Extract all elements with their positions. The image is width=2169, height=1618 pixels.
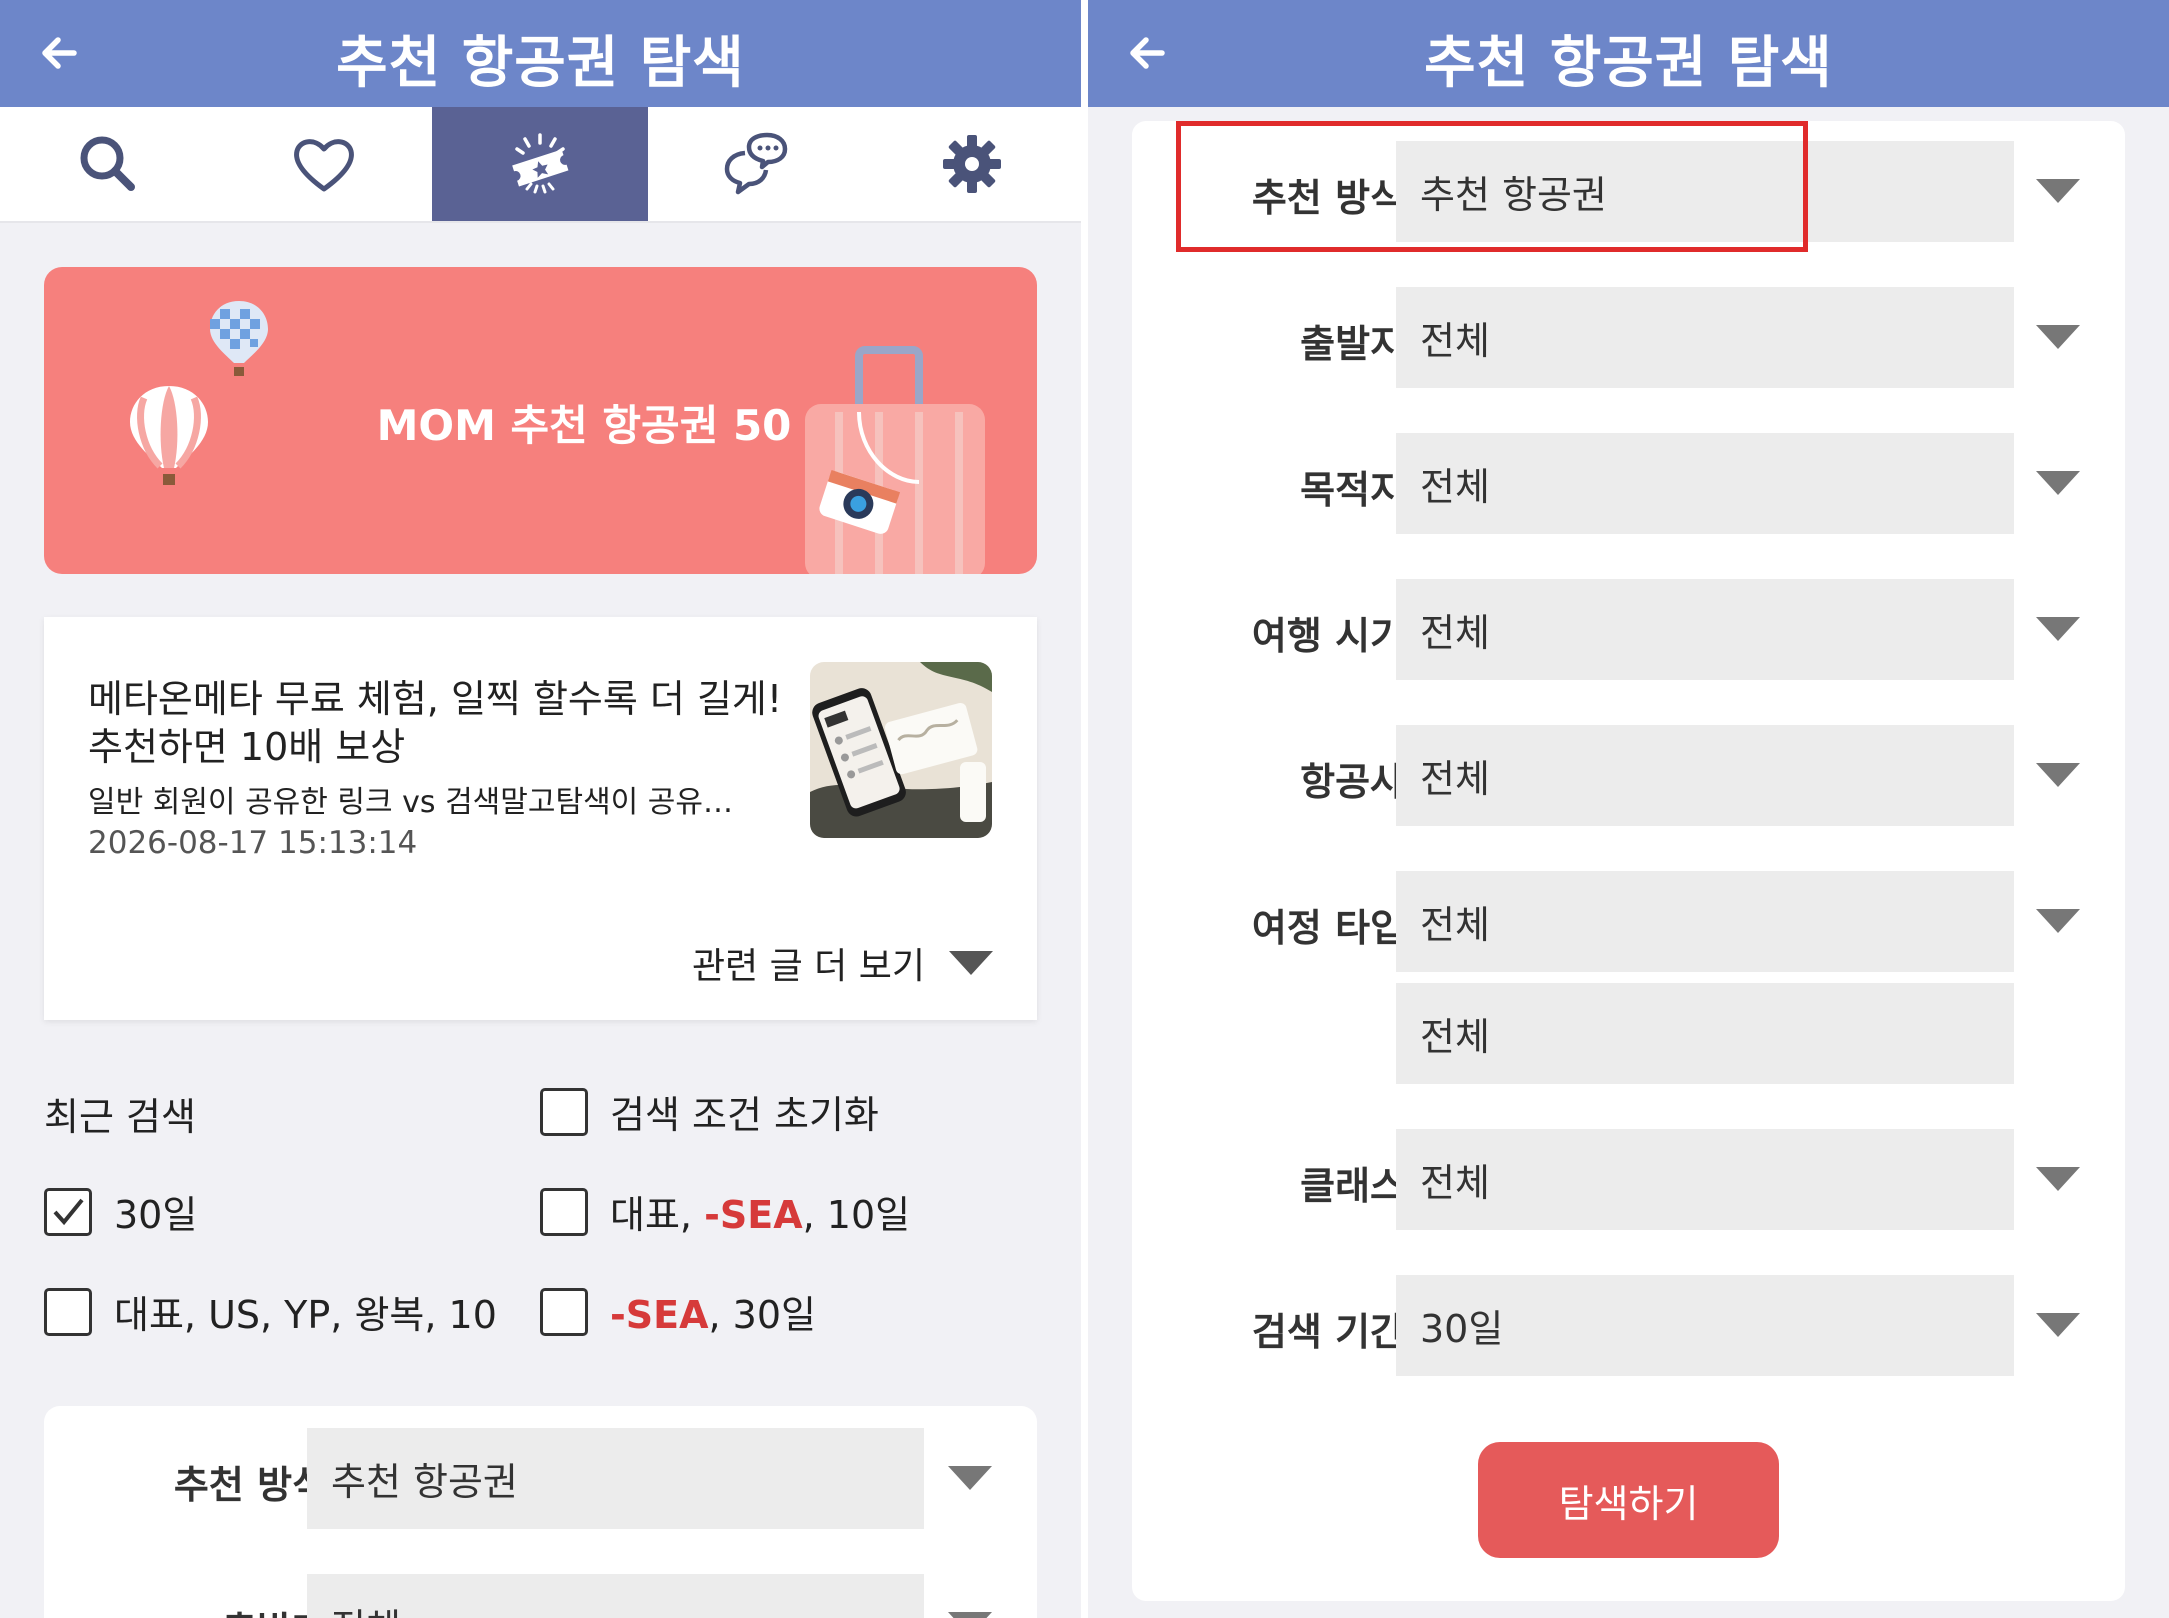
dropdown-arrow-icon[interactable] xyxy=(2036,1313,2080,1337)
heart-icon xyxy=(294,139,354,192)
tab-favorites[interactable] xyxy=(216,107,432,221)
dropdown-arrow-icon[interactable] xyxy=(2036,909,2080,933)
tab-recommend[interactable] xyxy=(432,107,648,221)
reset-filters-checkbox[interactable]: 검색 조건 초기화 xyxy=(540,1084,879,1139)
tab-search[interactable] xyxy=(0,107,216,221)
dropdown-arrow-icon[interactable] xyxy=(2036,617,2080,641)
divider xyxy=(1081,0,1088,1618)
dropdown-arrow-icon[interactable] xyxy=(2036,763,2080,787)
article-date: 2026-08-17 15:13:14 xyxy=(88,825,418,861)
recent-search-text: 30일 xyxy=(114,1193,198,1237)
search-button[interactable]: 탐색하기 xyxy=(1478,1442,1779,1558)
form-row-travel-period: 여행 시기 전체 xyxy=(1132,579,2125,680)
balloon-icon xyxy=(130,386,208,485)
recent-search-text: 대표, -SEA, 10일 xyxy=(610,1193,911,1237)
search-icon xyxy=(80,136,135,191)
travel-period-select[interactable]: 전체 xyxy=(1396,579,2014,680)
field-label: 여행 시기 xyxy=(1251,614,1405,658)
page-title: 추천 항공권 탐색 xyxy=(336,31,745,96)
reset-filters-label: 검색 조건 초기화 xyxy=(610,1093,879,1137)
form-row-airline: 항공사 전체 xyxy=(1132,725,2125,826)
class-select[interactable]: 전체 xyxy=(1396,1129,2014,1230)
promo-banner[interactable]: MOM 추천 항공권 50 xyxy=(44,267,1037,574)
dropdown-arrow-icon[interactable] xyxy=(948,1612,992,1618)
field-label: 검색 기간 xyxy=(1251,1310,1405,1354)
checkbox-box[interactable] xyxy=(44,1287,92,1336)
form-row-trip-type: 여정 타입 전체 xyxy=(1132,871,2125,972)
form-row-trip-type-extra: 전체 xyxy=(1132,983,2125,1084)
app-header: 추천 항공권 탐색 xyxy=(1088,0,2169,107)
right-screen: 추천 항공권 탐색 추천 방식 추천 항공권 출발지 전체 목적지 전체 여행 … xyxy=(1088,0,2169,1618)
field-label: 출발지 xyxy=(1300,322,1405,366)
gear-icon xyxy=(943,135,1001,193)
dropdown-arrow-icon[interactable] xyxy=(2036,471,2080,495)
dropdown-arrow-icon[interactable] xyxy=(948,1466,992,1490)
form-row-method: 추천 방식 추천 항공권 xyxy=(44,1428,1037,1529)
trip-type-extra-field[interactable]: 전체 xyxy=(1396,983,2014,1084)
destination-select[interactable]: 전체 xyxy=(1396,433,2014,534)
tab-bar xyxy=(0,107,1081,223)
suitcase-icon xyxy=(805,346,985,574)
field-label: 클래스 xyxy=(1300,1164,1405,1208)
recent-search-text: -SEA, 30일 xyxy=(610,1293,816,1337)
banner-title: MOM 추천 항공권 50 xyxy=(376,401,792,450)
dropdown-arrow-icon[interactable] xyxy=(2036,325,2080,349)
balloon-icon xyxy=(210,301,268,376)
checkbox-box[interactable] xyxy=(540,1287,588,1336)
highlight-box xyxy=(1176,121,1808,252)
left-screen: 추천 항공권 탐색 MOM 추천 항공권 50 메타온메타 무료 체험, 일찍 … xyxy=(0,0,1081,1618)
dropdown-arrow-icon[interactable] xyxy=(2036,1167,2080,1191)
field-label: 항공사 xyxy=(1300,760,1405,804)
trip-type-select[interactable]: 전체 xyxy=(1396,871,2014,972)
article-card[interactable]: 메타온메타 무료 체험, 일찍 할수록 더 길게! 추천하면 10배 보상 일반… xyxy=(44,617,1037,1020)
recent-search-label: 최근 검색 xyxy=(44,1095,196,1139)
checkbox-box[interactable] xyxy=(540,1187,588,1236)
origin-select[interactable]: 전체 xyxy=(307,1574,924,1618)
field-label: 목적지 xyxy=(1300,468,1405,512)
recent-search-item[interactable]: -SEA, 30일 xyxy=(540,1284,816,1339)
checkmark-icon xyxy=(53,1198,84,1225)
form-row-search-period: 검색 기간 30일 xyxy=(1132,1275,2125,1376)
method-select[interactable]: 추천 항공권 xyxy=(307,1428,924,1529)
checkbox-box-checked[interactable] xyxy=(44,1187,92,1236)
recent-search-item[interactable]: 대표, US, YP, 왕복, 10 xyxy=(44,1284,497,1339)
form-row-origin: 출발지 전체 xyxy=(44,1574,1037,1618)
search-form: 추천 방식 추천 항공권 출발지 전체 xyxy=(44,1406,1037,1618)
page-title: 추천 항공권 탐색 xyxy=(1424,31,1833,96)
origin-select[interactable]: 전체 xyxy=(1396,287,2014,388)
field-label: 여정 타입 xyxy=(1251,906,1405,950)
tab-settings[interactable] xyxy=(864,107,1080,221)
related-posts-toggle[interactable]: 관련 글 더 보기 xyxy=(692,937,993,989)
article-subtitle: 일반 회원이 공유한 링크 vs 검색말고탐색이 공유… xyxy=(88,785,734,820)
checkbox-box[interactable] xyxy=(540,1087,588,1136)
article-thumbnail xyxy=(810,662,992,838)
tab-chat[interactable] xyxy=(648,107,864,221)
article-title: 메타온메타 무료 체험, 일찍 할수록 더 길게! 추천하면 10배 보상 xyxy=(88,677,783,769)
field-label: 추천 방식 xyxy=(173,1463,327,1507)
form-row-destination: 목적지 전체 xyxy=(1132,433,2125,534)
caret-down-icon xyxy=(949,951,993,975)
form-row-class: 클래스 전체 xyxy=(1132,1129,2125,1230)
search-form: 추천 방식 추천 항공권 출발지 전체 목적지 전체 여행 시기 전체 항공사 xyxy=(1132,121,2125,1601)
search-period-select[interactable]: 30일 xyxy=(1396,1275,2014,1376)
airline-select[interactable]: 전체 xyxy=(1396,725,2014,826)
related-posts-label: 관련 글 더 보기 xyxy=(691,946,925,987)
form-row-origin: 출발지 전체 xyxy=(1132,287,2125,388)
recent-search-item[interactable]: 대표, -SEA, 10일 xyxy=(540,1184,910,1239)
ticket-icon xyxy=(512,133,569,194)
dropdown-arrow-icon[interactable] xyxy=(2036,179,2080,203)
recent-search-item[interactable]: 30일 xyxy=(44,1184,197,1239)
chat-icon xyxy=(724,132,788,195)
recent-search-text: 대표, US, YP, 왕복, 10 xyxy=(114,1293,497,1337)
app-header: 추천 항공권 탐색 xyxy=(0,0,1081,107)
